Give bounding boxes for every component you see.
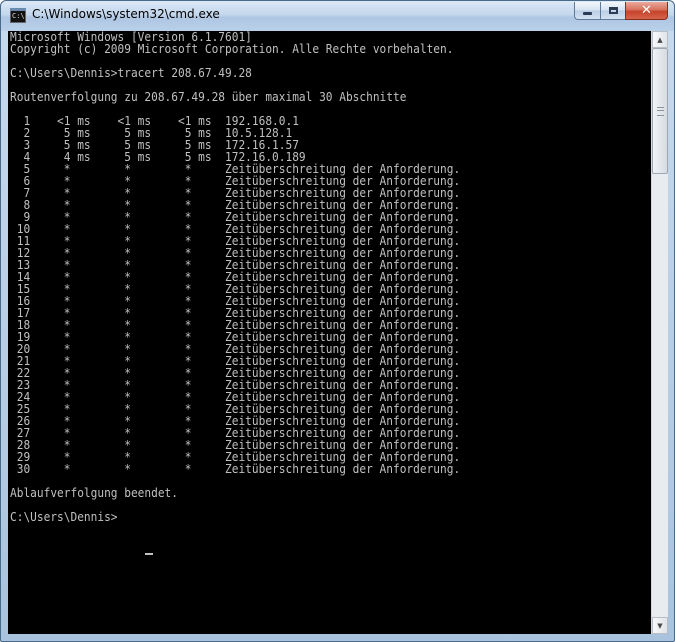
minimize-button[interactable] [574,2,600,20]
console-line: 30 * * * Zeitüberschreitung der Anforder… [10,462,461,476]
text-cursor [145,553,153,555]
window-title: C:\Windows\system32\cmd.exe [32,7,220,21]
close-button[interactable]: ✕ [625,2,668,20]
cmd-app-icon[interactable]: C:\ [10,8,26,23]
close-icon: ✕ [641,3,652,18]
console-line: Copyright (c) 2009 Microsoft Corporation… [10,42,454,56]
scroll-down-arrow-icon[interactable]: ▼ [652,617,668,634]
console-line: C:\Users\Dennis>tracert 208.67.49.28 [10,66,252,80]
title-bar[interactable]: C:\ C:\Windows\system32\cmd.exe ✕ [1,1,674,31]
minimize-icon [583,12,592,15]
console-line: C:\Users\Dennis> [10,510,118,524]
maximize-button[interactable] [600,2,625,20]
caption-buttons: ✕ [574,2,668,20]
vertical-scrollbar[interactable]: ▲ ▼ [651,31,668,634]
scroll-up-arrow-icon[interactable]: ▲ [652,31,668,48]
scroll-thumb[interactable] [652,48,668,174]
cmd-window: C:\ C:\Windows\system32\cmd.exe ✕ Micros… [0,0,675,642]
console-output: Microsoft Windows [Version 6.1.7601] Cop… [10,31,460,523]
console-line: Ablaufverfolgung beendet. [10,486,178,500]
maximize-icon [608,7,618,14]
console-line: Routenverfolgung zu 208.67.49.28 über ma… [10,90,407,104]
scroll-grip-icon [657,107,664,116]
console-area[interactable]: Microsoft Windows [Version 6.1.7601] Cop… [8,31,651,634]
